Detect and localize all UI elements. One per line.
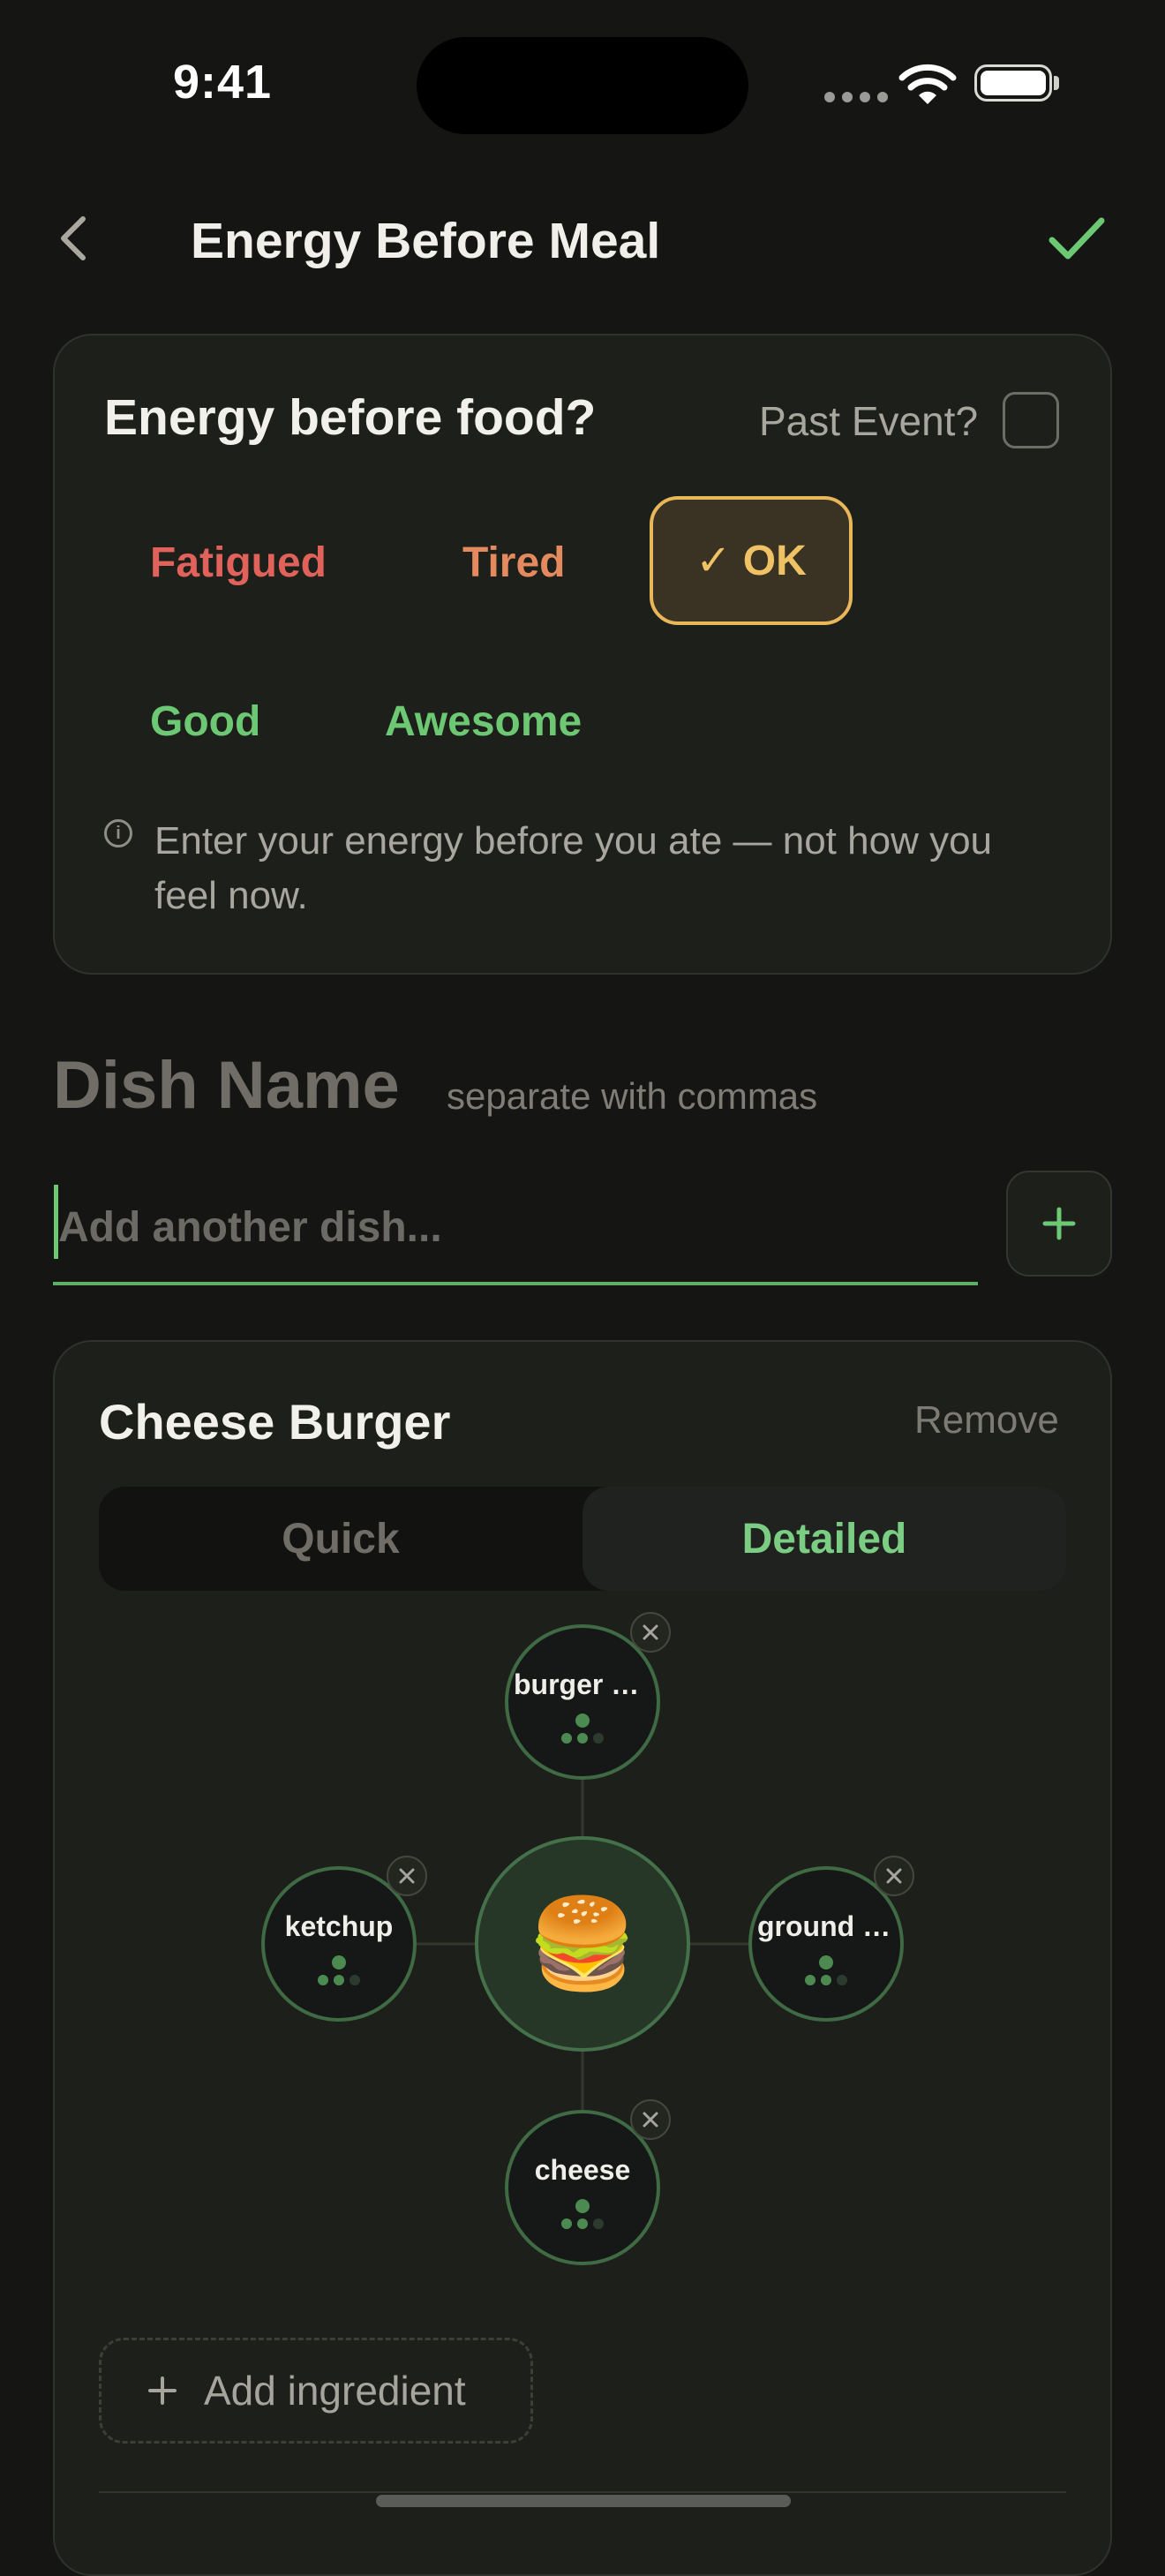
add-ingredient-button[interactable]: Add ingredient [99, 2338, 533, 2444]
remove-dish-button[interactable]: Remove [914, 1398, 1059, 1442]
checkmark-icon[interactable] [1047, 212, 1107, 265]
plus-icon [148, 2376, 177, 2405]
remove-ingredient-button[interactable] [630, 2099, 671, 2140]
plus-icon [1042, 1207, 1076, 1240]
portion-dot [575, 1714, 590, 1728]
dish-title: Cheese Burger [99, 1394, 451, 1450]
energy-question: Energy before food? [104, 389, 597, 446]
remove-ingredient-button[interactable] [630, 1612, 671, 1653]
energy-info-text: Enter your energy before you ate — not h… [154, 819, 993, 917]
burger-icon: 🍔 [527, 1894, 638, 1993]
remove-ingredient-button[interactable] [387, 1856, 427, 1896]
past-event-checkbox[interactable] [1003, 392, 1059, 448]
tab-detailed[interactable]: Detailed [582, 1487, 1066, 1591]
dish-name-hint: separate with commas [447, 1075, 818, 1117]
ingredient-label: ground b... [757, 1910, 900, 1942]
energy-option-ok[interactable]: ✓ OK [650, 496, 853, 625]
portion-dot [819, 1955, 833, 1970]
energy-option-fatigued[interactable]: Fatigued [150, 539, 327, 587]
card-divider [99, 2491, 1066, 2493]
energy-option-ok-label: OK [742, 537, 807, 584]
portion-dot [332, 1955, 346, 1970]
battery-tip [1054, 76, 1059, 90]
battery-icon [974, 64, 1052, 102]
portion-indicator [265, 1975, 413, 1985]
portion-indicator [752, 1975, 900, 1985]
info-icon: i [104, 819, 132, 847]
home-indicator[interactable] [376, 2495, 791, 2507]
add-dish-button[interactable] [1006, 1171, 1112, 1277]
energy-option-tired[interactable]: Tired [462, 539, 565, 587]
ingredient-label: burger b... [514, 1668, 652, 1700]
dish-input[interactable] [53, 1172, 978, 1285]
close-icon [643, 2112, 658, 2128]
chevron-left-icon[interactable] [53, 212, 95, 265]
ingredient-label: ketchup [284, 1910, 394, 1942]
page-title: Energy Before Meal [191, 213, 661, 269]
wifi-icon [898, 64, 957, 104]
close-icon [643, 1624, 658, 1640]
text-caret [54, 1185, 58, 1259]
portion-indicator [508, 2218, 657, 2229]
dynamic-island [417, 37, 748, 134]
cellular-signal-icon [824, 92, 888, 102]
tab-quick[interactable]: Quick [99, 1487, 582, 1591]
energy-option-awesome[interactable]: Awesome [385, 697, 582, 746]
ingredient-label: cheese [534, 2154, 631, 2186]
close-icon [886, 1868, 902, 1884]
dish-center-node[interactable]: 🍔 [475, 1836, 690, 2052]
remove-ingredient-button[interactable] [874, 1856, 914, 1896]
past-event-label: Past Event? [759, 398, 979, 444]
status-time: 9:41 [173, 56, 273, 109]
energy-option-good[interactable]: Good [150, 697, 260, 746]
portion-indicator [508, 1733, 657, 1744]
selected-check: ✓ [695, 538, 732, 584]
close-icon [399, 1868, 415, 1884]
add-ingredient-label: Add ingredient [204, 2368, 466, 2414]
portion-dot [575, 2199, 590, 2213]
dish-name-heading: Dish Name [53, 1048, 400, 1123]
